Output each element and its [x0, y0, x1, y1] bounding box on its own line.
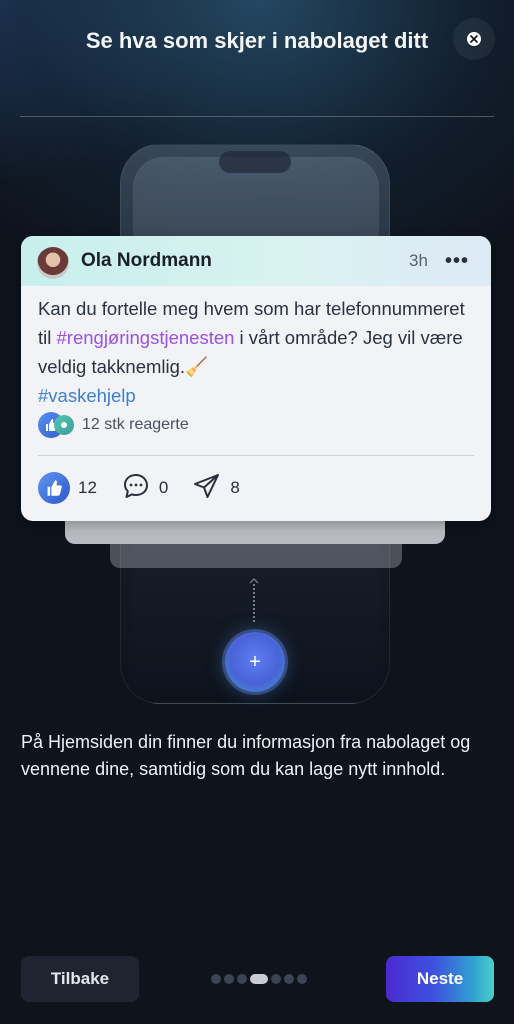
header: Se hva som skjer i nabolaget ditt	[0, 0, 514, 118]
thumbs-up-icon	[38, 472, 70, 504]
page-title: Se hva som skjer i nabolaget ditt	[85, 28, 429, 53]
dotted-connector	[253, 584, 255, 622]
page-dot[interactable]	[297, 974, 307, 984]
avatar	[37, 247, 69, 279]
like-count: 12	[78, 478, 97, 497]
reactions-summary[interactable]: 12 stk reagerte	[38, 412, 189, 438]
create-post-button[interactable]: +	[225, 632, 285, 692]
comment-button[interactable]: 0	[121, 471, 168, 506]
share-button[interactable]: 8	[192, 471, 240, 506]
card-divider	[38, 455, 474, 456]
close-button[interactable]	[453, 18, 495, 60]
header-divider	[20, 116, 494, 117]
like-button[interactable]: 12	[38, 472, 97, 504]
more-options-icon[interactable]: •••	[445, 250, 469, 273]
page-indicator	[211, 974, 310, 984]
page-dot-active[interactable]	[250, 974, 268, 984]
post-time: 3h	[409, 251, 428, 270]
post-card: Ola Nordmann 3h ••• Kan du fortelle meg …	[21, 236, 491, 521]
send-icon	[192, 471, 222, 506]
page-dot[interactable]	[224, 974, 234, 984]
page-dot[interactable]	[284, 974, 294, 984]
reaction-icon	[54, 415, 74, 435]
hashtag-link[interactable]: #rengjøringstjenesten	[57, 327, 235, 348]
back-button[interactable]: Tilbake	[21, 956, 139, 1002]
phone-notch	[219, 151, 291, 173]
onboarding-description: På Hjemsiden din finner du informasjon f…	[21, 732, 471, 779]
post-actions: 12 0 8	[38, 471, 264, 505]
share-count: 8	[230, 478, 240, 497]
comment-icon	[121, 471, 151, 506]
close-icon	[467, 32, 481, 46]
post-body: Kan du fortelle meg hvem som har telefon…	[38, 294, 483, 410]
comment-count: 0	[158, 478, 169, 497]
page-dot[interactable]	[237, 974, 247, 984]
page-dot[interactable]	[271, 974, 281, 984]
post-header: Ola Nordmann 3h •••	[21, 236, 491, 286]
page-dot[interactable]	[211, 974, 221, 984]
hashtag-link-2[interactable]: #vaskehjelp	[38, 385, 136, 406]
post-author: Ola Nordmann	[81, 250, 212, 271]
next-button[interactable]: Neste	[386, 956, 494, 1002]
reactions-count-text: 12 stk reagerte	[82, 416, 189, 433]
